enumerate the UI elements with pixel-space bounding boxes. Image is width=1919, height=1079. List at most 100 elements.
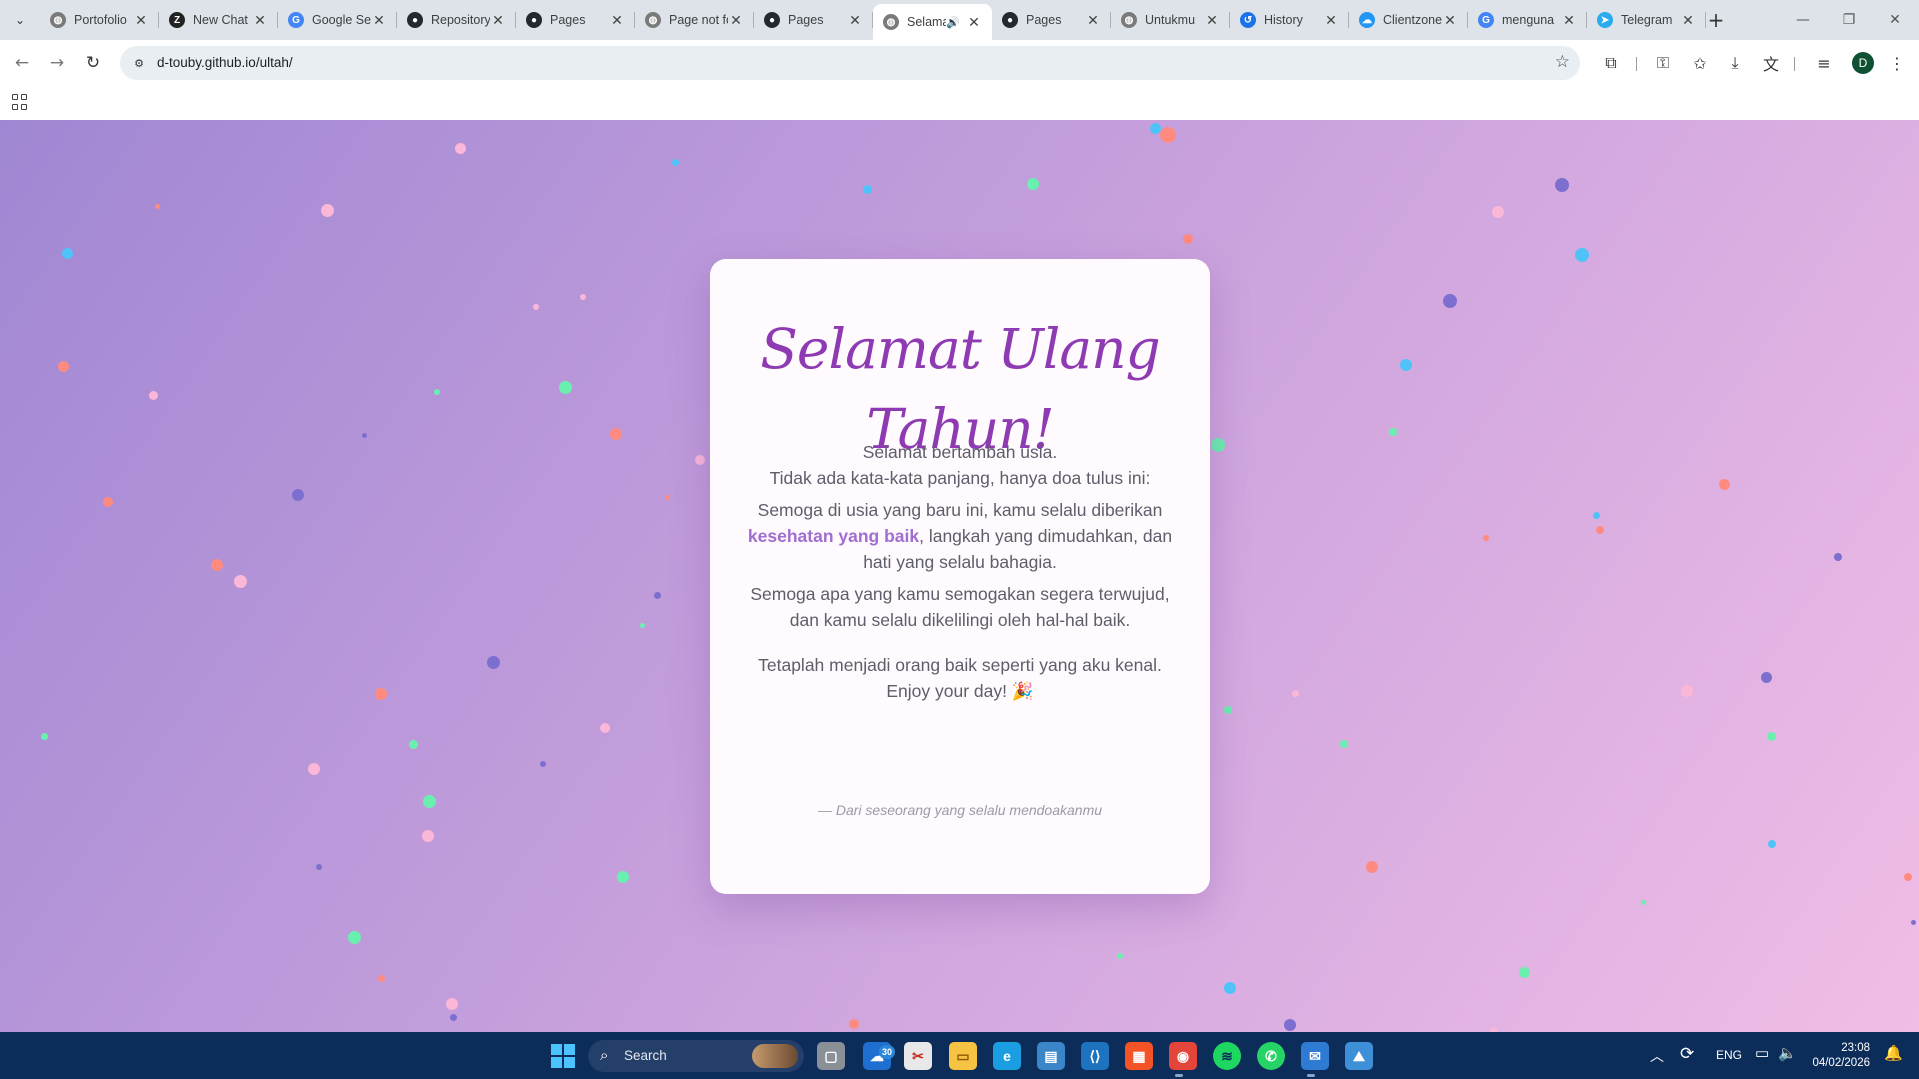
taskbar-search[interactable]: ⌕ Search [588,1040,804,1072]
signature: — Dari seseorang yang selalu mendoakanmu [817,802,1103,818]
close-tab-icon[interactable]: ✕ [1561,12,1577,29]
browser-tab[interactable]: ● Pages ✕ [992,4,1111,36]
browser-tab[interactable]: ☁ Clientzone ✕ [1349,4,1468,36]
task-view-icon[interactable]: ▢ [817,1042,845,1070]
browser-tab[interactable]: ◍ Page not found✕ [635,4,754,36]
translate-icon[interactable]: 文 [1759,51,1783,75]
browser-tab[interactable]: Gmenguna ✕ [1468,4,1587,36]
favorites-icon[interactable]: ✩ [1688,51,1712,75]
taskbar-clock[interactable]: 23:08 04/02/2026 [1810,1041,1870,1071]
confetti-dot [1027,178,1039,190]
confetti-dot [449,1013,457,1021]
address-url[interactable]: d-touby.github.io/ultah/ [157,55,293,70]
close-tab-icon[interactable]: ✕ [966,14,982,31]
confetti-dot [610,428,622,440]
github-icon: ● [764,12,780,28]
edge-browser-icon[interactable]: e [993,1042,1021,1070]
confetti-dot [1681,685,1693,697]
apps-grid-icon[interactable] [12,94,28,110]
new-tab-button[interactable]: + [1704,8,1728,32]
browser-tab[interactable]: ● Repository ✕ [397,4,516,36]
github-icon: ● [407,12,423,28]
bookmark-star-icon[interactable]: ☆ [1555,52,1570,72]
whatsapp-icon[interactable]: ✆ [1257,1042,1285,1070]
browser-tab[interactable]: ◍ Untukmu ✕ [1111,4,1230,36]
github-icon: ● [526,12,542,28]
confetti-dot [1291,689,1299,697]
media-queue-icon[interactable]: ≡ [1812,51,1836,75]
windows-start-icon[interactable] [551,1044,575,1068]
close-window-icon[interactable]: ✕ [1872,6,1918,34]
snipping-tool-icon[interactable]: ✂ [904,1042,932,1070]
close-tab-icon[interactable]: ✕ [609,12,625,29]
chrome-icon[interactable]: ◉ [1169,1042,1197,1070]
close-tab-icon[interactable]: ✕ [1323,12,1339,29]
confetti-dot [671,158,679,166]
confetti-dot [320,203,334,217]
tab-list: ◍Portofolio✕ZNew Chat✕GGoogle Search✕●Re… [40,4,1706,40]
google-icon: G [1478,12,1494,28]
confetti-dot [1904,873,1912,881]
menu-kebab-icon[interactable]: ⋮ [1885,51,1909,75]
confetti-dot [1640,899,1646,905]
close-tab-icon[interactable]: ✕ [847,12,863,29]
browser-tab[interactable]: ◍ Selamat🔊 ✕ [873,4,992,40]
close-tab-icon[interactable]: ✕ [371,12,387,29]
close-tab-icon[interactable]: ✕ [728,12,744,29]
address-bar[interactable]: ⚙ d-touby.github.io/ultah/ ☆ [120,46,1580,80]
confetti-dot [486,655,500,669]
browser-tab[interactable]: ● Pages ✕ [754,4,873,36]
confetti-dot [1483,535,1489,541]
message-line: Tidak ada kata-kata panjang, hanya doa t… [769,468,1151,488]
vscode-icon[interactable]: ⟨⟩ [1081,1042,1109,1070]
browser-tab[interactable]: ➤ Telegram ✕ [1587,4,1706,36]
browser-tab[interactable]: G Google Search✕ [278,4,397,36]
volume-icon[interactable]: 🔈 [1778,1044,1797,1062]
microsoft-store-icon[interactable]: ▦ [1125,1042,1153,1070]
reload-icon[interactable]: ↻ [79,49,107,77]
tab-title: Clientzone [1383,13,1442,27]
globe-icon: ◍ [645,12,661,28]
close-tab-icon[interactable]: ✕ [1204,12,1220,29]
control-panel-icon[interactable]: ▤ [1037,1042,1065,1070]
extensions-icon[interactable]: ⧉ [1599,51,1623,75]
confetti-dot [347,930,361,944]
confetti-dot [292,489,304,501]
close-tab-icon[interactable]: ✕ [490,12,506,29]
forward-icon[interactable]: → [43,49,71,77]
restore-icon[interactable]: ❐ [1826,6,1872,34]
back-icon[interactable]: ← [8,49,36,77]
card-title-line: Selamat Ulang [760,317,1161,381]
widgets-icon[interactable]: ☁ 30 [863,1042,895,1070]
download-icon[interactable]: ⤓ [1723,51,1747,75]
confetti-dot [1768,840,1776,848]
site-info-icon[interactable]: ⚙ [130,54,148,72]
show-hidden-icons-chevron-icon[interactable]: ︿ [1650,1046,1664,1066]
close-tab-icon[interactable]: ✕ [1680,12,1696,29]
confetti-dot [617,871,629,883]
profile-avatar[interactable]: D [1852,52,1874,74]
file-explorer-icon[interactable]: ▭ [949,1042,977,1070]
tab-search-chevron-icon[interactable]: ⌄ [8,8,32,32]
audio-playing-icon[interactable]: 🔊 [946,16,960,29]
minimize-icon[interactable]: — [1780,6,1826,34]
browser-tab[interactable]: ◍ Portofolio ✕ [40,4,159,36]
close-tab-icon[interactable]: ✕ [133,12,149,29]
browser-tab[interactable]: ↺ History ✕ [1230,4,1349,36]
browser-tab[interactable]: ● Pages ✕ [516,4,635,36]
photos-icon[interactable]: ⛰ [1345,1042,1373,1070]
message-line: hati yang selalu bahagia. [863,552,1057,572]
network-icon[interactable]: ▭ [1755,1044,1769,1062]
spotify-icon[interactable]: ≋ [1213,1042,1241,1070]
history-icon: ↺ [1240,12,1256,28]
close-tab-icon[interactable]: ✕ [1085,12,1101,29]
close-tab-icon[interactable]: ✕ [1442,12,1458,29]
close-tab-icon[interactable]: ✕ [252,12,268,29]
language-indicator[interactable]: ENG [1716,1048,1742,1062]
mail-icon[interactable]: ✉ [1301,1042,1329,1070]
sync-icon[interactable]: ⟳ [1680,1044,1694,1064]
password-key-icon[interactable]: ⚿ [1651,51,1675,75]
confetti-dot [1760,671,1772,683]
notification-bell-icon[interactable]: 🔔 [1884,1044,1903,1062]
browser-tab[interactable]: Z New Chat ✕ [159,4,278,36]
